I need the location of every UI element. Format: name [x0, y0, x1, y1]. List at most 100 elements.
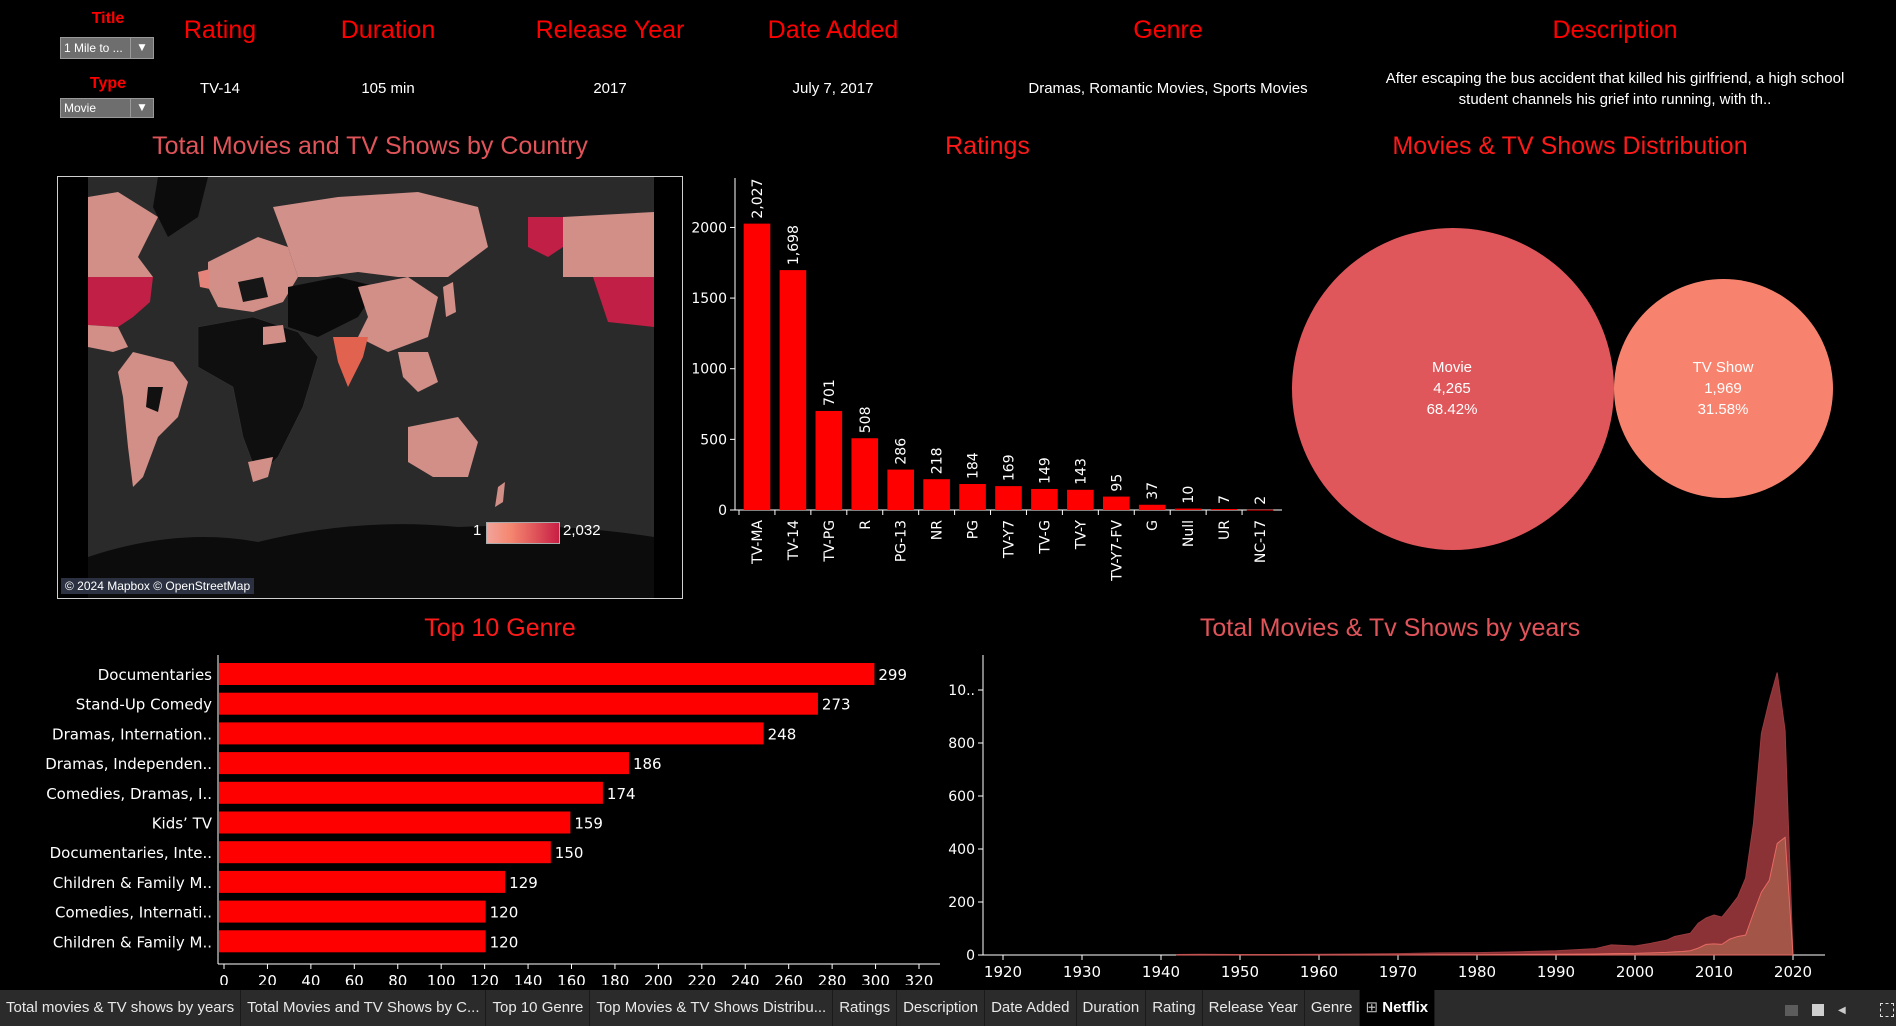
- bar-value-label: 37: [1145, 482, 1161, 500]
- chevron-down-icon[interactable]: ▼: [130, 99, 153, 117]
- bar-value-label: 218: [930, 447, 946, 474]
- bubble-movie-label: Movie 4,265 68.42%: [1392, 357, 1512, 420]
- genre-bar: [219, 930, 486, 953]
- genre-bar: [219, 781, 603, 804]
- x-tick-label: 1940: [1142, 963, 1180, 981]
- genre-label: Documentaries: [98, 666, 212, 684]
- tab-top-movies-tv-shows-distribu[interactable]: Top Movies & TV Shows Distribu...: [590, 990, 834, 1026]
- bar-TV-PG: [815, 410, 843, 510]
- x-tick-label: 0: [219, 972, 229, 985]
- genre-value: 159: [574, 815, 603, 833]
- genre-label: Comedies, Internati..: [55, 904, 212, 922]
- tab-label: Release Year: [1208, 999, 1298, 1016]
- x-tick-label: TV-G: [1037, 520, 1053, 555]
- map-title: Total Movies and TV Shows by Country: [152, 132, 588, 160]
- x-tick-label: TV-MA: [750, 520, 766, 565]
- fullscreen-icon[interactable]: [1879, 1003, 1894, 1017]
- genre-value: 150: [555, 844, 584, 862]
- grid-view-icon[interactable]: [1812, 1004, 1824, 1016]
- bar-value-label: 286: [894, 438, 910, 465]
- x-tick-label: TV-PG: [822, 520, 838, 563]
- tab-date-added[interactable]: Date Added: [985, 990, 1077, 1026]
- x-tick-label: G: [1145, 520, 1161, 531]
- tab-ratings[interactable]: Ratings: [833, 990, 898, 1026]
- y-tick-label: 200: [948, 895, 975, 911]
- genre-chart-title: Top 10 Genre: [424, 614, 576, 642]
- bar-NR: [923, 479, 950, 510]
- x-tick-label: 120: [470, 972, 499, 985]
- bar-TV-Y7-FV: [1103, 496, 1130, 510]
- genre-value: 248: [768, 725, 797, 743]
- release-year-value: 2017: [593, 80, 627, 97]
- x-tick-label: 140: [514, 972, 543, 985]
- title-filter-dropdown[interactable]: 1 Mile to ... ▼: [60, 37, 154, 59]
- tab-rating[interactable]: Rating: [1146, 990, 1203, 1026]
- tab-label: Duration: [1082, 999, 1140, 1016]
- genre-value: Dramas, Romantic Movies, Sports Movies: [1028, 80, 1308, 97]
- bar-value-label: 1,698: [786, 225, 802, 265]
- genre-label: Children & Family M..: [53, 933, 212, 951]
- dashboard-grid-icon: ⊞: [1365, 999, 1383, 1016]
- map-credit[interactable]: © 2024 Mapbox © OpenStreetMap: [61, 578, 255, 594]
- tab-description[interactable]: Description: [897, 990, 986, 1026]
- genre-bar: [219, 841, 551, 864]
- duration-header: Duration: [340, 16, 436, 44]
- bar-value-label: 2: [1253, 496, 1269, 505]
- rating-value: TV-14: [199, 80, 241, 97]
- tab-label: Top Movies & TV Shows Distribu...: [596, 999, 827, 1016]
- genre-label: Comedies, Dramas, I..: [46, 785, 212, 803]
- tab-label: Rating: [1152, 999, 1196, 1016]
- x-tick-label: 160: [557, 972, 586, 985]
- type-filter-dropdown[interactable]: Movie ▼: [60, 98, 154, 118]
- bar-value-label: 10: [1181, 486, 1197, 504]
- genre-chart: Documentaries 299 Stand-Up Comedy 273 Dramas…: [45, 655, 940, 985]
- ratings-chart: 0 500 1000 1500 2000 2,027 TV-MA 1,698 TV-14 701 T…: [691, 178, 1282, 582]
- genre-bar: [219, 663, 875, 685]
- tab-total-movies-tv-shows-by-years[interactable]: Total movies & TV shows by years: [0, 990, 242, 1026]
- country-egypt[interactable]: [263, 325, 286, 345]
- bar-Null: [1174, 508, 1202, 510]
- type-filter-label: Type: [89, 75, 127, 92]
- tab-duration[interactable]: Duration: [1077, 990, 1147, 1026]
- x-tick-label: 80: [388, 972, 407, 985]
- tab-total-movies-and-tv-shows-by-c[interactable]: Total Movies and TV Shows by C...: [241, 990, 487, 1026]
- type-filter-value: Movie: [64, 101, 97, 115]
- y-tick-label: 2000: [691, 220, 727, 236]
- scroll-left-icon[interactable]: ◀: [1838, 1005, 1846, 1016]
- chevron-down-icon[interactable]: ▼: [130, 38, 153, 58]
- tab-genre[interactable]: Genre: [1305, 990, 1360, 1026]
- tab-release-year[interactable]: Release Year: [1203, 990, 1305, 1026]
- x-tick-label: 20: [258, 972, 277, 985]
- genre-label: Stand-Up Comedy: [76, 696, 212, 714]
- tab-label: Total Movies and TV Shows by C...: [247, 999, 480, 1016]
- map-legend-max: 2,032: [563, 522, 601, 539]
- genre-value: 273: [822, 696, 851, 714]
- tab-netflix[interactable]: ⊞ Netflix: [1359, 990, 1436, 1026]
- x-tick-label: 40: [301, 972, 320, 985]
- genre-label: Documentaries, Inte..: [50, 844, 212, 862]
- genre-value: 299: [878, 666, 907, 684]
- tab-top-10-genre[interactable]: Top 10 Genre: [486, 990, 591, 1026]
- tab-label: Netflix: [1382, 999, 1429, 1016]
- bar-NC-17: [1246, 509, 1274, 511]
- x-tick-label: R: [858, 520, 874, 530]
- distribution-title: Movies & TV Shows Distribution: [1392, 132, 1748, 160]
- country-map[interactable]: 1 2,032 © 2024 Mapbox © OpenStreetMap: [57, 176, 683, 599]
- y-tick-label: 0: [966, 948, 975, 964]
- bar-TV-Y: [1067, 489, 1094, 510]
- genre-value: 174: [607, 785, 636, 803]
- genre-value: 120: [490, 904, 519, 922]
- sheet-view-icon[interactable]: [1785, 1004, 1798, 1016]
- x-tick-label: 100: [427, 972, 456, 985]
- y-tick-label: 500: [700, 432, 727, 448]
- x-tick-label: 300: [861, 972, 890, 985]
- bar-value-label: 7: [1217, 495, 1233, 504]
- bar-value-label: 95: [1109, 474, 1125, 492]
- bar-TV-14: [779, 270, 807, 510]
- date-added-value: July 7, 2017: [792, 80, 874, 97]
- country-canada-east[interactable]: [563, 212, 654, 277]
- genre-label: Kids’ TV: [152, 815, 213, 833]
- bar-G: [1138, 504, 1166, 510]
- genre-bar: [219, 722, 764, 745]
- country-russia[interactable]: [273, 192, 488, 277]
